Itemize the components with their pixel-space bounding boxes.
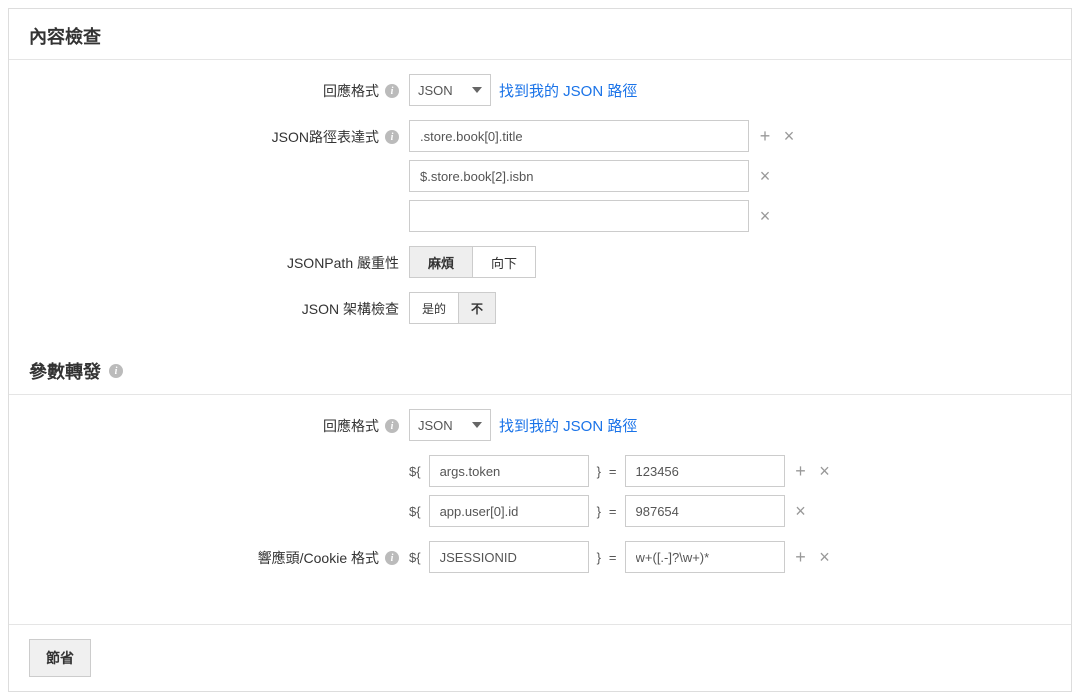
row-response-format-2: 回應格式 i JSON 找到我的 JSON 路徑: [9, 395, 1071, 441]
close-icon[interactable]: [817, 549, 833, 565]
label-response-format: 回應格式 i: [29, 74, 409, 101]
label-jsonpath-expr: JSON路徑表達式 i: [29, 120, 409, 147]
param-value-input[interactable]: [625, 495, 785, 527]
info-icon[interactable]: i: [385, 84, 399, 98]
find-json-path-link-2[interactable]: 找到我的 JSON 路徑: [499, 415, 637, 436]
header-value-input[interactable]: [625, 541, 785, 573]
param-key-input[interactable]: [429, 455, 589, 487]
equals-text: =: [609, 504, 617, 519]
jsonpath-expr-input[interactable]: [409, 160, 749, 192]
schema-check-toggle: 是的 不: [409, 292, 496, 324]
suffix-text: }: [597, 464, 601, 479]
close-icon[interactable]: [793, 503, 809, 519]
plus-icon[interactable]: [757, 128, 773, 144]
severity-trouble-button[interactable]: 麻煩: [410, 247, 472, 277]
param-key-input[interactable]: [429, 495, 589, 527]
save-button[interactable]: 節省: [29, 639, 91, 677]
row-param-kv: ${ } = ${ } =: [9, 441, 1071, 527]
schema-yes-button[interactable]: 是的: [410, 293, 458, 323]
jsonpath-expr-input[interactable]: [409, 120, 749, 152]
equals-text: =: [609, 464, 617, 479]
close-icon[interactable]: [757, 168, 773, 184]
label-header-cookie: 響應頭/Cookie 格式 i: [29, 541, 409, 568]
suffix-text: }: [597, 550, 601, 565]
info-icon[interactable]: i: [385, 130, 399, 144]
info-icon[interactable]: i: [385, 551, 399, 565]
label-jsonpath-severity: JSONPath 嚴重性: [29, 246, 409, 273]
prefix-text: ${: [409, 464, 421, 479]
jsonpath-expr-input[interactable]: [409, 200, 749, 232]
label-response-format-2: 回應格式 i: [29, 409, 409, 436]
section-title-text: 內容檢查: [29, 23, 101, 49]
section-title-text: 參數轉發: [29, 358, 101, 384]
severity-down-button[interactable]: 向下: [472, 247, 535, 277]
response-format-select-2[interactable]: JSON: [409, 409, 491, 441]
row-header-cookie: 響應頭/Cookie 格式 i ${ } =: [9, 527, 1071, 573]
plus-icon[interactable]: [793, 549, 809, 565]
footer: 節省: [9, 624, 1071, 691]
info-icon[interactable]: i: [109, 364, 123, 378]
close-icon[interactable]: [781, 128, 797, 144]
prefix-text: ${: [409, 504, 421, 519]
schema-no-button[interactable]: 不: [458, 293, 495, 323]
close-icon[interactable]: [817, 463, 833, 479]
row-jsonpath-severity: JSONPath 嚴重性 麻煩 向下: [9, 232, 1071, 278]
section-title-param-forward: 參數轉發 i: [9, 344, 1071, 395]
find-json-path-link[interactable]: 找到我的 JSON 路徑: [499, 80, 637, 101]
severity-toggle: 麻煩 向下: [409, 246, 536, 278]
row-json-schema-check: JSON 架構檢查 是的 不: [9, 278, 1071, 324]
equals-text: =: [609, 550, 617, 565]
section-title-content-check: 內容檢查: [9, 9, 1071, 60]
prefix-text: ${: [409, 550, 421, 565]
suffix-text: }: [597, 504, 601, 519]
label-json-schema-check: JSON 架構檢查: [29, 292, 409, 319]
param-value-input[interactable]: [625, 455, 785, 487]
response-format-select[interactable]: JSON: [409, 74, 491, 106]
header-key-input[interactable]: [429, 541, 589, 573]
plus-icon[interactable]: [793, 463, 809, 479]
row-jsonpath-expr: JSON路徑表達式 i: [9, 106, 1071, 232]
info-icon[interactable]: i: [385, 419, 399, 433]
close-icon[interactable]: [757, 208, 773, 224]
row-response-format: 回應格式 i JSON 找到我的 JSON 路徑: [9, 60, 1071, 106]
